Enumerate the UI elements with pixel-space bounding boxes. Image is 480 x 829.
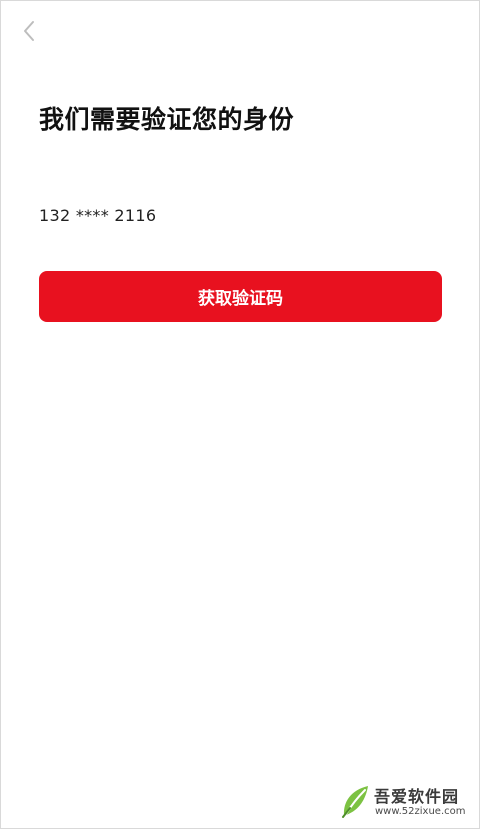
screen: 我们需要验证您的身份 132 **** 2116 获取验证码 吾爱软件园 www… [0, 0, 480, 829]
get-verification-code-button[interactable]: 获取验证码 [39, 271, 442, 322]
watermark-url: www.52zixue.com [375, 806, 466, 817]
masked-phone-number: 132 **** 2116 [39, 206, 157, 225]
watermark: 吾爱软件园 www.52zixue.com [341, 782, 469, 824]
back-button[interactable] [15, 17, 43, 45]
watermark-name: 吾爱软件园 [374, 787, 460, 806]
chevron-left-icon [24, 21, 34, 41]
page-title: 我们需要验证您的身份 [39, 105, 295, 134]
leaf-logo-icon [342, 786, 368, 818]
